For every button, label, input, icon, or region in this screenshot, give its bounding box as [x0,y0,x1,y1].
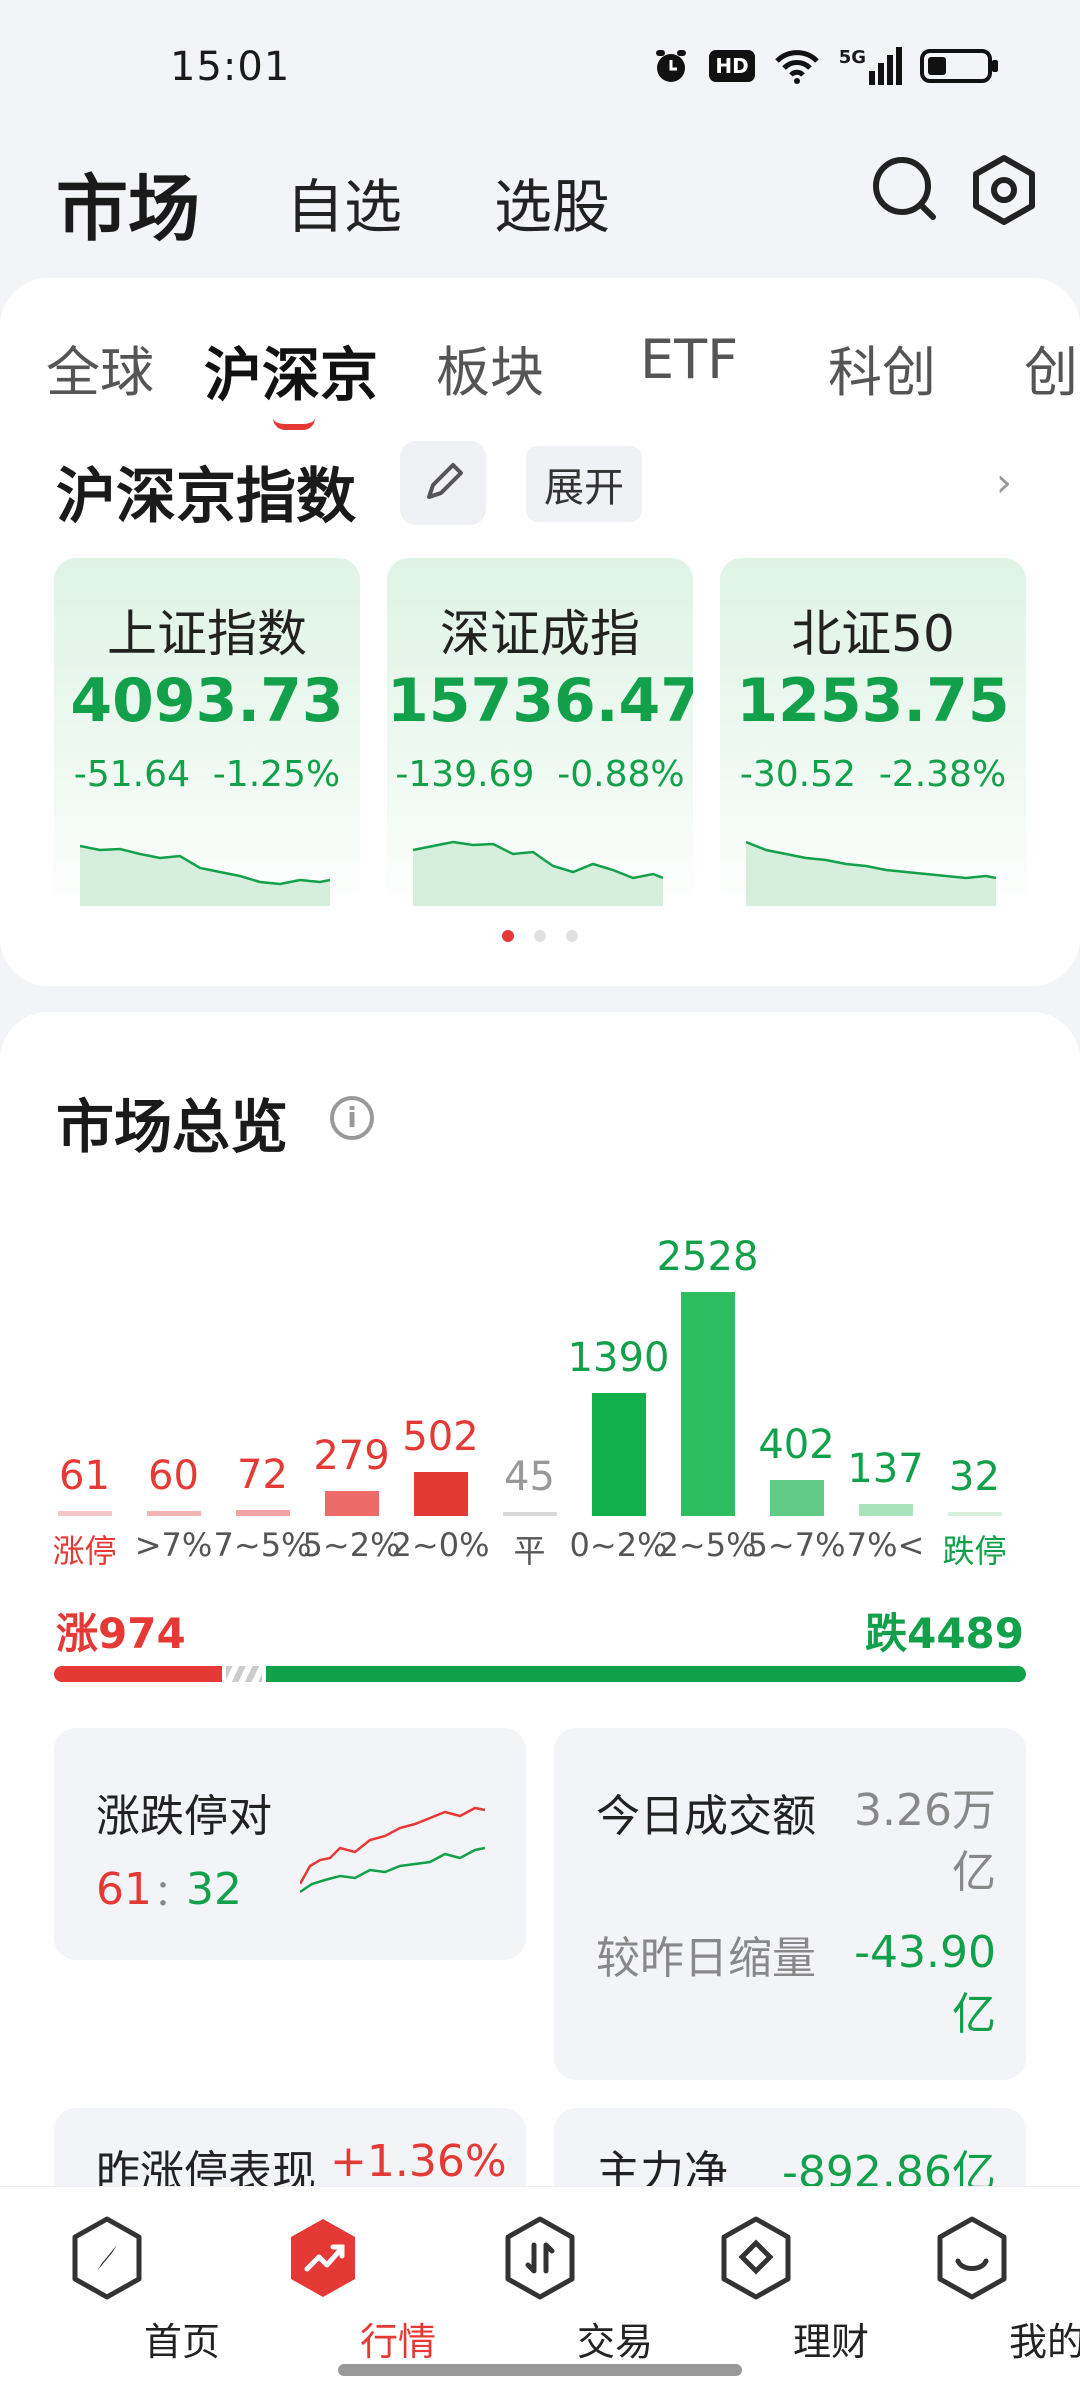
screen: 15:01 HD 5G 市场 自选 选股 全球 沪深京 板块 ETF 科创 创 [0,0,1080,2400]
distribution-bar [146,1510,201,1516]
diamond-icon [721,2216,791,2300]
down-count-label: 跌4489 [865,1609,1024,1658]
active-tab-indicator [273,418,315,430]
edit-button[interactable] [400,441,486,525]
yesterday-limit-up-value: +1.36% [330,2136,507,2187]
limit-up-count: 61 [96,1864,152,1915]
wifi-icon [774,50,819,84]
nav-label: 行情 [359,2320,436,2364]
turnover-diff-value: -43.90亿 [854,1927,996,2040]
index-sparkline [413,840,663,906]
distribution-value: 45 [504,1454,555,1500]
ratio-bar-flat [225,1666,262,1682]
battery-icon [920,49,998,83]
home-indicator[interactable] [338,2364,742,2376]
subtab-sectors[interactable]: 板块 [436,328,544,407]
nav-label: 我的 [1008,2320,1080,2364]
signal-icon: 5G [839,47,902,85]
page-title[interactable]: 市场 [56,150,200,255]
status-icons: HD 5G [651,46,1000,86]
index-value: 1253.75 [736,666,1010,736]
index-sparkline [80,844,330,906]
subtab-etf[interactable]: ETF [640,328,738,391]
up-down-distribution-chart: 61 涨停 60 >7% 72 7~5% 279 5~2% 502 2~0% 45 平 1390 0~2%… [0,1012,1080,1592]
index-name: 深证成指 [440,605,640,663]
index-name: 北证50 [791,605,955,663]
nav-label: 理财 [792,2320,869,2364]
settings-icon[interactable] [964,150,1044,230]
subtab-shanghai-shenzhen-beijing[interactable]: 沪深京 [204,328,378,412]
limit-pair-trend-chart [300,1806,486,1894]
index-change: -51.64 -1.25% [73,754,341,795]
distribution-bar [769,1480,824,1516]
limit-pair-separator: ： [154,1873,191,1914]
index-change: -139.69 -0.88% [395,754,685,795]
index-card-bse50[interactable]: 北证50 1253.75 -30.52 -2.38% [720,558,1026,914]
index-name: 上证指数 [107,605,307,663]
tab-stock-picker[interactable]: 选股 [494,160,610,244]
hd-icon: HD [709,50,755,82]
expand-button[interactable]: 展开 [526,446,642,522]
ratio-bar-up [54,1666,222,1682]
distribution-value: 1390 [567,1334,670,1381]
app-header: 市场 自选 选股 [0,130,1080,270]
index-section-title: 沪深京指数 [56,462,356,532]
distribution-value: 32 [949,1454,1000,1500]
nav-label: 首页 [143,2320,220,2364]
carousel-dot[interactable] [502,930,514,942]
subtab-star-market[interactable]: 科创 [828,328,936,407]
distribution-value: 502 [402,1413,479,1460]
pencil-icon [427,463,463,499]
compass-icon [72,2216,142,2300]
turnover-diff-label: 较昨日缩量 [596,1933,816,1984]
trend-chart-icon [291,2219,355,2297]
subtab-chinext[interactable]: 创 [1024,328,1078,407]
distribution-bar [324,1491,379,1516]
chevron-right-icon[interactable]: › [996,460,1012,506]
index-value: 15736.47 [387,666,693,736]
distribution-bar [591,1392,646,1516]
up-down-ratio-bar [54,1666,1026,1682]
carousel-dot[interactable] [534,930,546,942]
turnover-value: 3.26万亿 [854,1785,996,1898]
limit-pair-title: 涨跌停对 [96,1791,272,1842]
carousel-dot[interactable] [566,930,578,942]
index-change: -30.52 -2.38% [739,754,1007,795]
index-card-szse[interactable]: 深证成指 15736.47 -139.69 -0.88% [387,558,693,914]
turnover-label: 今日成交额 [596,1791,816,1842]
limit-pair-card[interactable]: 涨跌停对 61 ： 32 [54,1728,526,1960]
limit-down-count: 32 [186,1864,242,1915]
distribution-bar [858,1503,913,1516]
ratio-bar-down [265,1666,1026,1682]
subtab-global[interactable]: 全球 [46,328,154,407]
market-subtabs: 全球 沪深京 板块 ETF 科创 创 [0,308,1080,430]
distribution-bar [235,1509,290,1516]
carousel-dots [0,930,1080,942]
nav-label: 交易 [576,2320,653,2364]
index-sparkline [746,840,996,906]
trade-arrows-icon [505,2216,575,2300]
distribution-bar [502,1512,557,1516]
turnover-card[interactable]: 今日成交额 3.26万亿 较昨日缩量 -43.90亿 [554,1728,1026,2080]
distribution-bar [947,1512,1002,1516]
status-time: 15:01 [170,44,291,90]
distribution-bar [57,1510,112,1516]
distribution-value: 2528 [656,1234,759,1280]
status-bar: 15:01 HD 5G [0,0,1080,130]
search-icon[interactable] [866,150,946,230]
distribution-category: 跌停 [942,1532,1007,1570]
alarm-icon [656,50,687,82]
smile-profile-icon [937,2216,1007,2300]
index-card-panel: 全球 沪深京 板块 ETF 科创 创 沪深京指数 展开 › 上证指数 4093.… [0,278,1080,986]
index-value: 4093.73 [70,666,344,736]
tab-watchlist[interactable]: 自选 [286,160,402,244]
distribution-bar [680,1292,735,1516]
up-count-label: 涨974 [56,1609,186,1658]
index-card-sse[interactable]: 上证指数 4093.73 -51.64 -1.25% [54,558,360,914]
distribution-bar [413,1471,468,1516]
